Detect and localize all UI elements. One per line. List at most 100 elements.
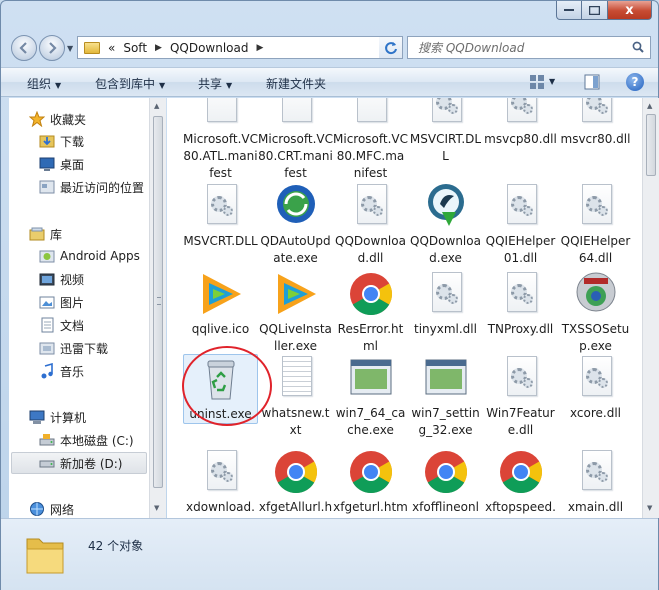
sidebar-item-pictures[interactable]: 图片 bbox=[39, 291, 149, 313]
sidebar-item-desktop[interactable]: 桌面 bbox=[39, 153, 149, 175]
organize-menu[interactable]: 组织 ▼ bbox=[27, 75, 61, 92]
file-name: tinyxml.dll bbox=[414, 322, 477, 336]
scroll-down-icon[interactable]: ▼ bbox=[154, 504, 159, 512]
scroll-up-icon[interactable]: ▲ bbox=[154, 102, 159, 110]
view-dropdown-icon[interactable]: ▼ bbox=[549, 77, 555, 86]
file-item[interactable]: xfgetAllurl.htm bbox=[258, 448, 333, 518]
file-name: QQIEHelper01.dll bbox=[485, 234, 556, 265]
search-input[interactable]: 搜索 QQDownload bbox=[418, 39, 524, 56]
file-item[interactable]: TNProxy.dll bbox=[483, 270, 558, 338]
view-options-icon[interactable] bbox=[529, 74, 545, 90]
computer-icon bbox=[29, 410, 45, 424]
library-folder-icon bbox=[39, 342, 55, 355]
dll-file-icon bbox=[197, 448, 245, 496]
file-item[interactable]: MSVCIRT.DLL bbox=[408, 98, 483, 165]
dll-file-icon bbox=[497, 270, 545, 318]
file-item[interactable]: msvcr80.dll bbox=[558, 98, 633, 148]
breadcrumb-qqdownload[interactable]: QQDownload bbox=[170, 41, 249, 55]
file-item[interactable]: QQDownload.exe bbox=[408, 182, 483, 267]
sidebar-item-music[interactable]: 音乐 bbox=[39, 360, 149, 382]
scrollbar-thumb[interactable] bbox=[646, 114, 656, 176]
desktop-icon bbox=[39, 157, 55, 171]
back-button[interactable] bbox=[11, 35, 37, 61]
chevron-down-icon: ▼ bbox=[159, 81, 166, 90]
minimize-icon bbox=[564, 9, 574, 11]
file-name: TNProxy.dll bbox=[487, 322, 554, 336]
file-item[interactable]: QQIEHelper01.dll bbox=[483, 182, 558, 267]
refresh-button[interactable] bbox=[379, 36, 403, 59]
scroll-up-icon[interactable]: ▲ bbox=[647, 102, 652, 110]
file-name: Win7Feature.dll bbox=[486, 406, 555, 437]
sidebar-item-downloads[interactable]: 下载 bbox=[39, 130, 149, 152]
file-item[interactable]: TXSSOSetup.exe bbox=[558, 270, 633, 355]
sidebar-item-network[interactable]: 网络 bbox=[29, 498, 149, 518]
sidebar-item-computer[interactable]: 计算机 bbox=[29, 406, 149, 428]
file-item[interactable]: Microsoft.VC80.CRT.manifest bbox=[258, 98, 333, 182]
drive-icon bbox=[39, 460, 55, 468]
sidebar-item-libraries[interactable]: 库 bbox=[29, 223, 149, 245]
document-library-icon bbox=[41, 317, 54, 333]
search-icon[interactable] bbox=[632, 41, 644, 53]
refresh-icon bbox=[384, 41, 397, 54]
file-name: xfgeturl.htm bbox=[333, 500, 408, 514]
file-item[interactable]: qqlive.ico bbox=[183, 270, 258, 338]
file-item[interactable]: tinyxml.dll bbox=[408, 270, 483, 338]
file-item[interactable]: QDAutoUpdate.exe bbox=[258, 182, 333, 267]
file-item[interactable]: QQIEHelper64.dll bbox=[558, 182, 633, 267]
sidebar-item-local-disk-c[interactable]: 本地磁盘 (C:) bbox=[39, 429, 149, 451]
file-item[interactable]: Win7Feature.dll bbox=[483, 354, 558, 439]
file-item[interactable]: QQLiveInstaller.exe bbox=[258, 270, 333, 355]
sidebar-item-documents[interactable]: 文档 bbox=[39, 314, 149, 336]
sidebar-item-recent[interactable]: 最近访问的位置 bbox=[39, 176, 149, 198]
new-folder-button[interactable]: 新建文件夹 bbox=[266, 75, 326, 92]
address-bar[interactable]: « Soft ▶ QQDownload ▶ ▼ bbox=[77, 36, 401, 59]
sidebar-item-new-volume-d[interactable]: 新加卷 (D:) bbox=[11, 452, 147, 474]
highlight-circle bbox=[182, 346, 272, 426]
sidebar-item-videos[interactable]: 视频 bbox=[39, 268, 149, 290]
maximize-button[interactable] bbox=[582, 1, 608, 20]
file-item[interactable]: Microsoft.VC80.MFC.manifest bbox=[333, 98, 408, 182]
file-item[interactable]: xdownload.dll bbox=[183, 448, 258, 518]
file-item[interactable]: xcore.dll bbox=[558, 354, 633, 422]
file-item[interactable]: msvcp80.dll bbox=[483, 98, 558, 148]
sidebar-item-thunder-downloads[interactable]: 迅雷下载 bbox=[39, 337, 149, 359]
search-box[interactable]: 搜索 QQDownload bbox=[407, 36, 651, 59]
chevron-right-icon[interactable]: ▶ bbox=[155, 43, 162, 53]
file-item[interactable]: QQDownload.dll bbox=[333, 182, 408, 267]
preview-pane-icon[interactable] bbox=[584, 74, 600, 90]
file-item[interactable]: ResError.html bbox=[333, 270, 408, 355]
recent-pages-dropdown[interactable]: ▼ bbox=[67, 44, 73, 53]
dll-file-icon bbox=[572, 448, 620, 496]
scrollbar-thumb[interactable] bbox=[153, 116, 163, 488]
file-item[interactable]: win7_setting_32.exe bbox=[408, 354, 483, 439]
sidebar-item-favorites[interactable]: 收藏夹 bbox=[29, 108, 149, 130]
manifest-file-icon bbox=[347, 98, 395, 128]
navigation-scrollbar[interactable]: ▲ ▼ bbox=[149, 98, 166, 518]
breadcrumb-overflow[interactable]: « bbox=[108, 41, 115, 55]
file-item[interactable]: MSVCRT.DLL bbox=[183, 182, 258, 250]
file-item[interactable]: xftopspeed.htm bbox=[483, 448, 558, 518]
file-item[interactable]: xmain.dll bbox=[558, 448, 633, 516]
share-menu[interactable]: 共享 ▼ bbox=[198, 75, 232, 92]
help-button[interactable]: ? bbox=[626, 73, 644, 91]
include-library-menu[interactable]: 包含到库中 ▼ bbox=[95, 75, 165, 92]
file-name: TXSSOSetup.exe bbox=[561, 322, 630, 353]
minimize-button[interactable] bbox=[556, 1, 582, 20]
file-item[interactable]: xfofflineonly.htm bbox=[408, 448, 483, 518]
dll-file-icon bbox=[572, 98, 620, 128]
file-name: xftopspeed.htm bbox=[485, 500, 556, 518]
dll-file-icon bbox=[497, 182, 545, 230]
file-name: QQDownload.dll bbox=[335, 234, 406, 265]
file-list-scrollbar[interactable]: ▲ ▼ bbox=[642, 98, 659, 518]
scroll-down-icon[interactable]: ▼ bbox=[647, 504, 652, 512]
breadcrumb-soft[interactable]: Soft bbox=[123, 41, 147, 55]
file-item[interactable]: Microsoft.VC80.ATL.manifest bbox=[183, 98, 258, 182]
manifest-file-icon bbox=[197, 98, 245, 128]
sidebar-item-android-apps[interactable]: Android Apps bbox=[39, 245, 149, 267]
chevron-right-icon[interactable]: ▶ bbox=[257, 43, 264, 53]
sidebar-item-label: Android Apps bbox=[60, 249, 140, 263]
close-button[interactable]: x bbox=[608, 1, 652, 20]
file-item[interactable]: win7_64_cache.exe bbox=[333, 354, 408, 439]
file-item[interactable]: xfgeturl.htm bbox=[333, 448, 408, 516]
forward-button[interactable] bbox=[39, 35, 65, 61]
